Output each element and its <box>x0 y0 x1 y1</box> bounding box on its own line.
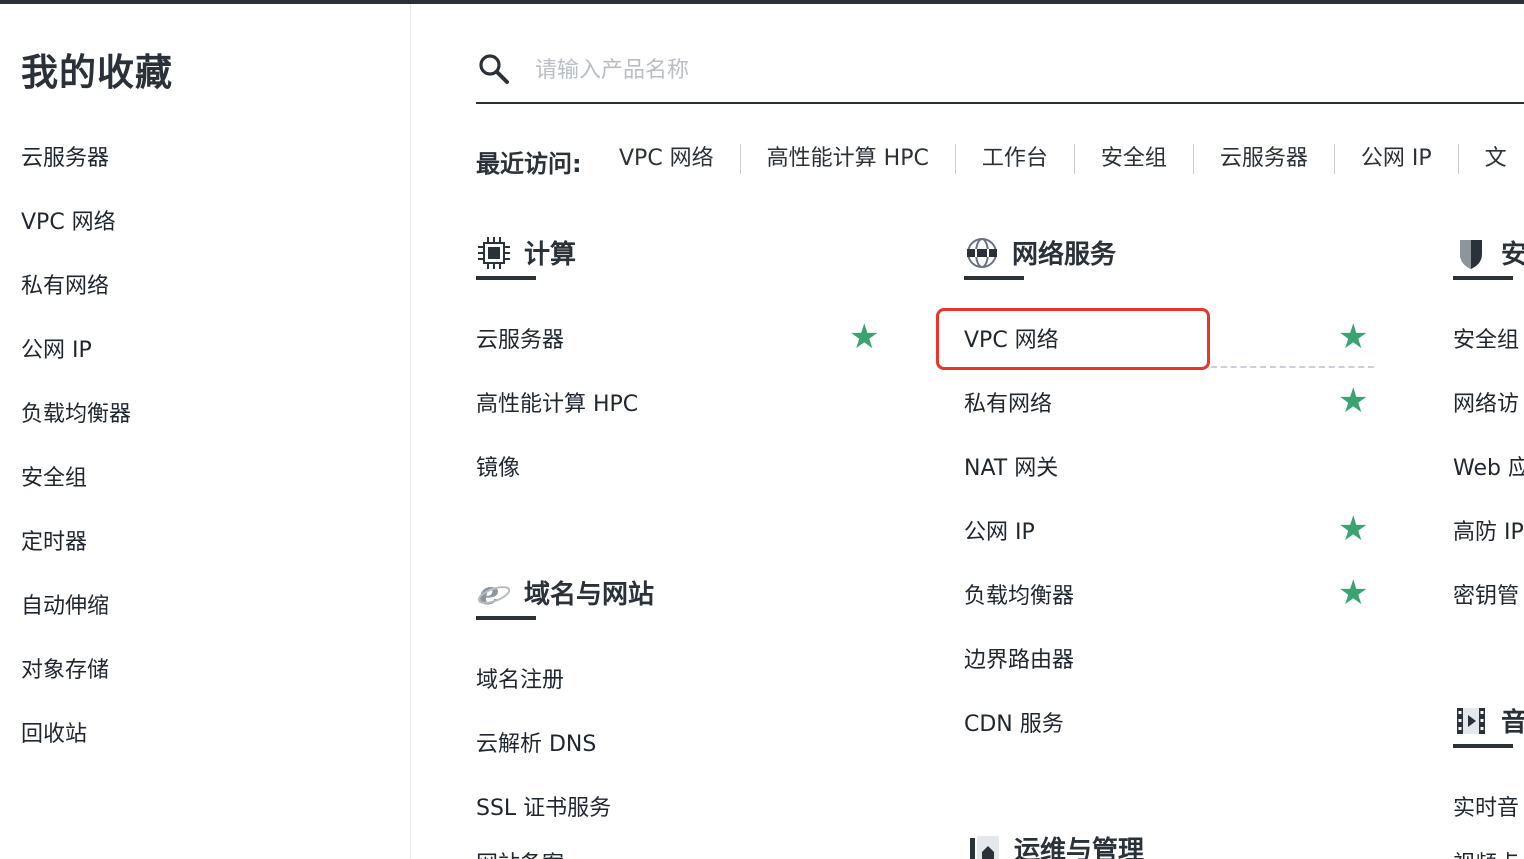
product-image[interactable]: 镜像 <box>476 450 520 482</box>
category-network-underline <box>964 276 1024 280</box>
tools-icon <box>966 831 1002 859</box>
product-security-group[interactable]: 安全组 <box>1453 322 1519 354</box>
category-security-underline <box>1453 276 1513 280</box>
sidebar-item-load-balancer[interactable]: 负载均衡器 <box>21 396 131 428</box>
svg-text:e: e <box>479 575 499 611</box>
sidebar-item-timer[interactable]: 定时器 <box>21 524 87 556</box>
ie-browser-icon: e <box>476 575 512 611</box>
category-network-title: 网络服务 <box>1012 240 1117 270</box>
sidebar-title: 我的收藏 <box>21 51 173 94</box>
product-panel: 最近访问: VPC 网络 高性能计算 HPC 工作台 安全组 云服务器 公网 I… <box>411 4 1524 859</box>
search-input[interactable] <box>533 52 1397 88</box>
favorite-star-icon[interactable]: ★ <box>1338 576 1368 610</box>
recent-item-public-ip[interactable]: 公网 IP <box>1335 144 1459 174</box>
category-ops-header: 运维与管理 <box>966 830 1144 859</box>
category-ops-title: 运维与管理 <box>1014 836 1145 859</box>
product-web-firewall[interactable]: Web 应 <box>1453 450 1524 482</box>
category-domain-header: e 域名与网站 <box>476 574 654 611</box>
category-media-title: 音 <box>1501 708 1524 738</box>
recent-item-more[interactable]: 文 <box>1459 144 1524 174</box>
product-public-ip[interactable]: 公网 IP <box>964 514 1035 546</box>
category-media-underline <box>1453 744 1513 748</box>
product-private-network[interactable]: 私有网络 <box>964 386 1052 418</box>
recent-item-security-group[interactable]: 安全组 <box>1075 144 1194 174</box>
film-icon <box>1453 703 1489 739</box>
product-network-access[interactable]: 网络访 <box>1453 386 1519 418</box>
product-cdn[interactable]: CDN 服务 <box>964 706 1064 738</box>
product-ssl-certificate[interactable]: SSL 证书服务 <box>476 790 611 822</box>
category-security-title: 安 <box>1501 240 1524 270</box>
favorites-sidebar: 我的收藏 云服务器 VPC 网络 私有网络 公网 IP 负载均衡器 安全组 定时… <box>0 4 411 859</box>
category-compute-header: 计算 <box>476 234 576 271</box>
sidebar-item-security-group[interactable]: 安全组 <box>21 460 87 492</box>
product-hpc[interactable]: 高性能计算 HPC <box>476 386 638 418</box>
favorite-star-icon[interactable]: ★ <box>849 320 879 354</box>
recent-item-hpc[interactable]: 高性能计算 HPC <box>741 144 956 174</box>
dashed-connector <box>1211 366 1374 368</box>
product-ddos-ip[interactable]: 高防 IP <box>1453 514 1524 546</box>
favorite-star-icon[interactable]: ★ <box>1338 512 1368 546</box>
sidebar-item-recycle-bin[interactable]: 回收站 <box>21 716 87 748</box>
product-cloud-server[interactable]: 云服务器 <box>476 322 564 354</box>
category-network-header: 网络服务 <box>964 234 1116 271</box>
sidebar-item-autoscaling[interactable]: 自动伸缩 <box>21 588 109 620</box>
category-domain-underline <box>476 616 536 620</box>
product-nat-gateway[interactable]: NAT 网关 <box>964 450 1058 482</box>
category-compute-title: 计算 <box>524 240 577 270</box>
product-key-management[interactable]: 密钥管 <box>1453 578 1519 610</box>
product-domain-registration[interactable]: 域名注册 <box>476 662 564 694</box>
chip-icon <box>476 235 512 271</box>
product-website-filing[interactable]: 网站备案 <box>476 846 564 859</box>
product-realtime-audio[interactable]: 实时音 <box>1453 790 1519 822</box>
recent-item-cloud-server[interactable]: 云服务器 <box>1194 144 1335 174</box>
search-icon[interactable] <box>477 52 511 86</box>
sidebar-item-private-network[interactable]: 私有网络 <box>21 268 109 300</box>
product-video-on-demand[interactable]: 视频点 <box>1453 846 1519 859</box>
product-vpc[interactable]: VPC 网络 <box>964 322 1059 354</box>
sidebar-item-object-storage[interactable]: 对象存储 <box>21 652 109 684</box>
shield-icon <box>1453 235 1489 271</box>
category-domain-title: 域名与网站 <box>524 580 655 610</box>
category-media-header: 音 <box>1453 702 1524 739</box>
product-cloud-dns[interactable]: 云解析 DNS <box>476 726 596 758</box>
recent-item-vpc[interactable]: VPC 网络 <box>601 144 741 174</box>
sidebar-item-vpc[interactable]: VPC 网络 <box>21 204 116 236</box>
product-border-router[interactable]: 边界路由器 <box>964 642 1074 674</box>
category-compute-underline <box>476 276 536 280</box>
recent-item-workbench[interactable]: 工作台 <box>956 144 1075 174</box>
product-load-balancer[interactable]: 负载均衡器 <box>964 578 1074 610</box>
search-underline <box>476 102 1524 104</box>
category-security-header: 安 <box>1453 234 1524 271</box>
recent-list: VPC 网络 高性能计算 HPC 工作台 安全组 云服务器 公网 IP 文 <box>601 144 1524 174</box>
sidebar-item-public-ip[interactable]: 公网 IP <box>21 332 92 364</box>
favorite-star-icon[interactable]: ★ <box>1338 320 1368 354</box>
sidebar-item-cloud-server[interactable]: 云服务器 <box>21 140 109 172</box>
favorite-star-icon[interactable]: ★ <box>1338 384 1368 418</box>
recent-label: 最近访问: <box>476 150 582 178</box>
globe-icon <box>964 235 1000 271</box>
